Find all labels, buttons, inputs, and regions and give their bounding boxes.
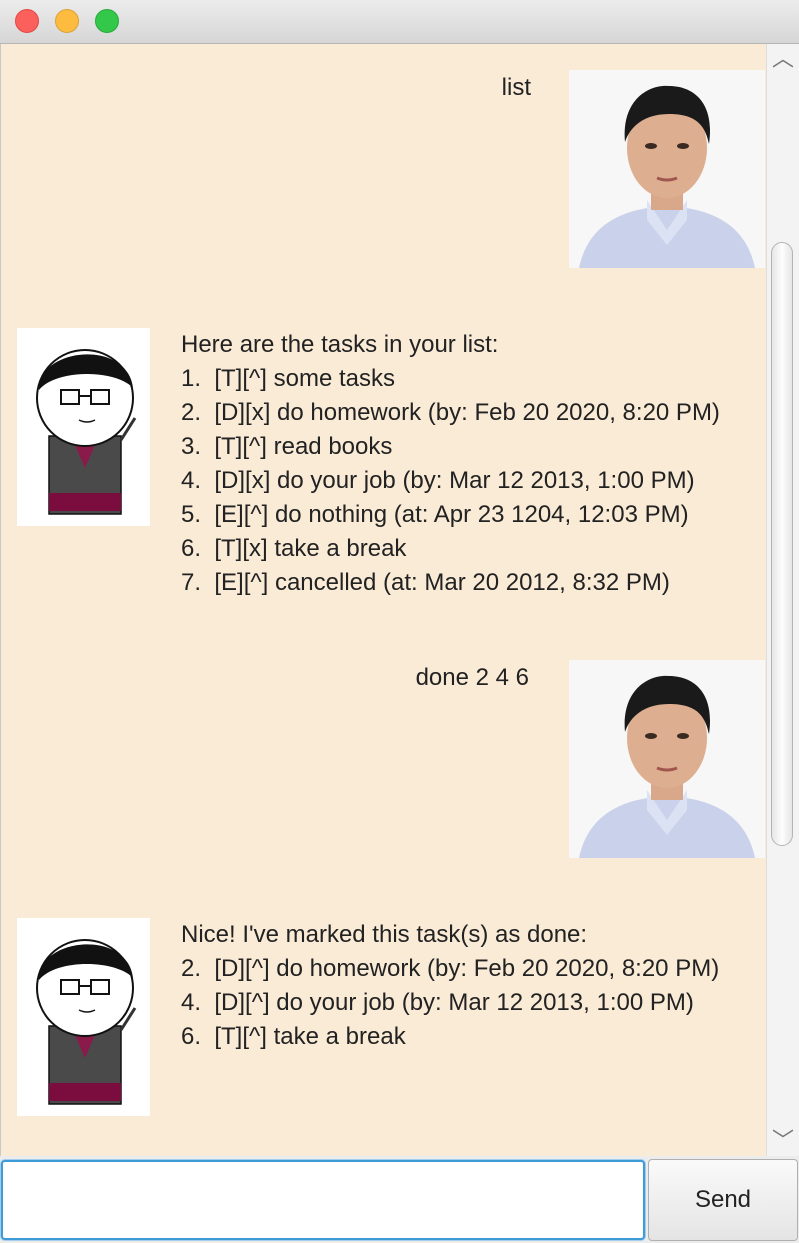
bot-message-line: 5. [E][^] do nothing (at: Apr 23 1204, 1… bbox=[181, 501, 689, 528]
scrollbar-thumb[interactable] bbox=[771, 242, 793, 846]
scroll-up-arrow-icon[interactable]: ︿ bbox=[767, 44, 799, 74]
user-avatar-icon bbox=[569, 660, 765, 858]
minimize-window-button[interactable] bbox=[55, 9, 79, 33]
bot-message-line: Nice! I've marked this task(s) as done: bbox=[181, 921, 588, 948]
bot-message-line: 6. [T][x] take a break bbox=[181, 535, 407, 562]
bot-message-line: 2. [D][x] do homework (by: Feb 20 2020, … bbox=[181, 399, 720, 426]
message-input[interactable] bbox=[1, 1160, 645, 1240]
user-message-text: list bbox=[501, 74, 531, 101]
chat-scroll-pane[interactable]: list Here are the tasks in your list: 1.… bbox=[0, 44, 766, 1156]
bot-avatar-icon bbox=[17, 918, 150, 1116]
bot-message-line: 1. [T][^] some tasks bbox=[181, 365, 395, 392]
bot-message-line: 2. [D][^] do homework (by: Feb 20 2020, … bbox=[181, 955, 720, 982]
user-message-text: done 2 4 6 bbox=[415, 664, 529, 691]
close-window-button[interactable] bbox=[15, 9, 39, 33]
send-button[interactable]: Send bbox=[648, 1159, 798, 1241]
bot-message-text: Nice! I've marked this task(s) as done: … bbox=[181, 918, 719, 1054]
bot-message-text: Here are the tasks in your list: 1. [T][… bbox=[181, 328, 720, 600]
bot-message-line: 4. [D][x] do your job (by: Mar 12 2013, … bbox=[181, 467, 695, 494]
bot-message-line: 6. [T][^] take a break bbox=[181, 1023, 406, 1050]
maximize-window-button[interactable] bbox=[95, 9, 119, 33]
bot-message-line: Here are the tasks in your list: bbox=[181, 331, 499, 358]
bot-avatar-icon bbox=[17, 328, 150, 526]
scroll-down-arrow-icon[interactable]: ﹀ bbox=[767, 1126, 799, 1156]
user-avatar-icon bbox=[569, 70, 765, 268]
input-bar: Send bbox=[0, 1156, 799, 1243]
bot-message-line: 7. [E][^] cancelled (at: Mar 20 2012, 8:… bbox=[181, 569, 670, 596]
bot-message-line: 4. [D][^] do your job (by: Mar 12 2013, … bbox=[181, 989, 694, 1016]
vertical-scrollbar[interactable]: ︿ ﹀ bbox=[766, 44, 799, 1156]
bot-message-line: 3. [T][^] read books bbox=[181, 433, 393, 460]
window-titlebar bbox=[0, 0, 799, 44]
